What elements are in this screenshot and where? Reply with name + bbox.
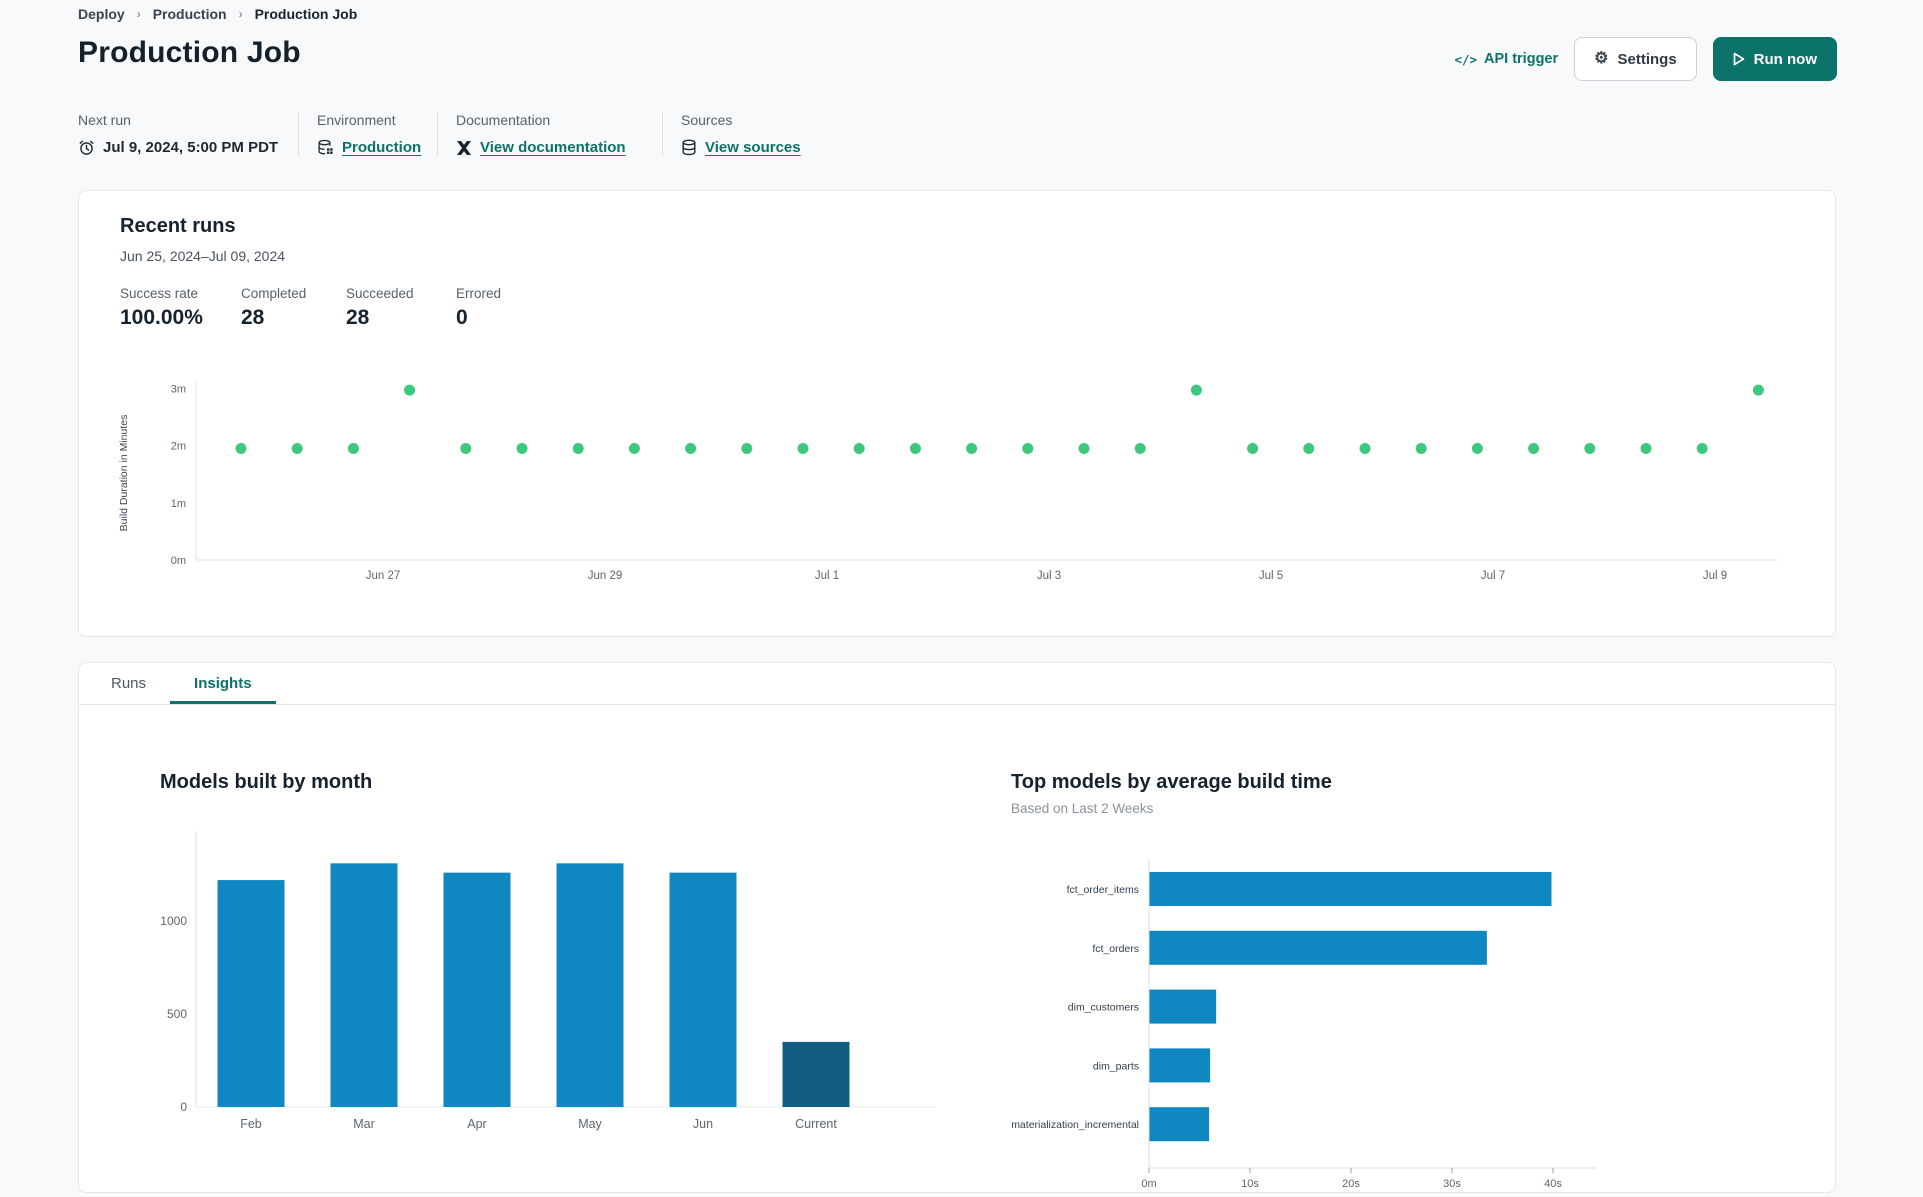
svg-text:0m: 0m xyxy=(171,555,186,567)
svg-text:dim_customers: dim_customers xyxy=(1068,1002,1139,1014)
breadcrumb-deploy[interactable]: Deploy xyxy=(78,6,125,22)
svg-text:Apr: Apr xyxy=(467,1117,486,1131)
recent-runs-date-range: Jun 25, 2024–Jul 09, 2024 xyxy=(120,248,286,264)
page-title: Production Job xyxy=(78,36,301,69)
svg-text:1000: 1000 xyxy=(160,914,187,928)
next-run-value: Jul 9, 2024, 5:00 PM PDT xyxy=(103,139,279,156)
svg-text:Jun 29: Jun 29 xyxy=(588,570,623,582)
gear-icon: ⚙ xyxy=(1594,50,1609,67)
svg-text:40s: 40s xyxy=(1544,1178,1562,1190)
svg-text:fct_order_items: fct_order_items xyxy=(1067,884,1139,896)
meta-next-run: Next run Jul 9, 2024, 5:00 PM PDT xyxy=(78,112,298,156)
job-meta-row: Next run Jul 9, 2024, 5:00 PM PDT Enviro… xyxy=(78,112,825,156)
settings-label: Settings xyxy=(1617,50,1677,68)
sources-label: Sources xyxy=(681,112,733,128)
svg-text:Jul 5: Jul 5 xyxy=(1259,570,1283,582)
environment-database-icon xyxy=(317,139,334,156)
build-duration-scatter-chart: 0m 1m 2m 3m Jun 27 Jun 29 Jul 1 Jul 3 Jul 5 Jul 7… xyxy=(97,373,1797,588)
dbt-docs-icon xyxy=(456,140,472,156)
meta-environment: Environment Production xyxy=(298,112,437,156)
api-trigger-label: API trigger xyxy=(1484,51,1559,67)
svg-text:Jul 9: Jul 9 xyxy=(1703,570,1727,582)
stat-succeeded: Succeeded 28 xyxy=(346,286,414,329)
tab-insights[interactable]: Insights xyxy=(170,663,276,704)
top-models-by-build-time-chart: 0m 10s 20s 30s 40s fct_order_items fct_ordersd… xyxy=(1011,851,1611,1196)
breadcrumb-current: Production Job xyxy=(254,6,358,22)
svg-text:Feb: Feb xyxy=(240,1117,262,1131)
svg-text:Current: Current xyxy=(795,1117,837,1131)
svg-text:Jun: Jun xyxy=(693,1117,713,1131)
svg-text:1m: 1m xyxy=(171,498,186,510)
environment-link[interactable]: Production xyxy=(342,139,421,156)
view-documentation-link[interactable]: View documentation xyxy=(480,139,626,156)
tabstrip: Runs Insights xyxy=(79,663,1835,705)
svg-text:0m: 0m xyxy=(1141,1178,1156,1190)
play-icon xyxy=(1733,52,1745,66)
chevron-right-icon: › xyxy=(136,7,141,21)
chevron-right-icon: › xyxy=(238,7,243,21)
stat-completed: Completed 28 xyxy=(241,286,307,329)
svg-text:30s: 30s xyxy=(1443,1178,1461,1190)
models-built-by-month-chart: 0 500 1000 Feb Mar Apr May Jun Current xyxy=(141,823,941,1133)
meta-documentation: Documentation View documentation xyxy=(437,112,662,156)
sources-database-icon xyxy=(681,139,697,156)
svg-text:500: 500 xyxy=(167,1007,187,1021)
breadcrumb-production[interactable]: Production xyxy=(153,6,227,22)
meta-sources: Sources View sources xyxy=(662,112,825,156)
next-run-label: Next run xyxy=(78,112,131,128)
svg-text:fct_orders: fct_orders xyxy=(1092,943,1139,955)
svg-text:May: May xyxy=(578,1117,602,1131)
models-built-chart-title: Models built by month xyxy=(160,771,373,793)
alarm-clock-icon xyxy=(78,139,95,156)
recent-runs-card: Recent runs Jun 25, 2024–Jul 09, 2024 Su… xyxy=(78,190,1836,637)
svg-text:Jul 7: Jul 7 xyxy=(1481,570,1505,582)
top-models-chart-title: Top models by average build time xyxy=(1011,771,1332,793)
run-now-label: Run now xyxy=(1753,50,1817,68)
documentation-label: Documentation xyxy=(456,112,551,128)
settings-button[interactable]: ⚙ Settings xyxy=(1574,37,1697,81)
run-now-button[interactable]: Run now xyxy=(1712,37,1837,81)
tab-runs[interactable]: Runs xyxy=(87,663,170,704)
top-models-chart-subtitle: Based on Last 2 Weeks xyxy=(1011,801,1154,816)
svg-text:20s: 20s xyxy=(1342,1178,1360,1190)
insights-card: Runs Insights Models built by month 0 500… xyxy=(78,662,1836,1193)
svg-text:10s: 10s xyxy=(1241,1178,1259,1190)
svg-text:Jun 27: Jun 27 xyxy=(366,570,401,582)
stat-errored: Errored 0 xyxy=(456,286,502,329)
stat-success-rate: Success rate 100.00% xyxy=(120,286,203,329)
svg-text:dim_parts: dim_parts xyxy=(1093,1060,1139,1072)
svg-text:materialization_incremental: materialization_incremental xyxy=(1011,1119,1139,1131)
svg-text:Jul 3: Jul 3 xyxy=(1037,570,1061,582)
svg-text:Mar: Mar xyxy=(353,1117,375,1131)
svg-text:2m: 2m xyxy=(171,441,186,453)
svg-text:Jul 1: Jul 1 xyxy=(815,570,839,582)
recent-runs-title: Recent runs xyxy=(120,215,236,237)
svg-text:Build Duration in Minutes: Build Duration in Minutes xyxy=(118,415,130,532)
svg-text:3m: 3m xyxy=(171,383,186,395)
api-trigger-link[interactable]: </> API trigger xyxy=(1454,51,1558,67)
environment-label: Environment xyxy=(317,112,396,128)
code-icon: </> xyxy=(1454,51,1478,67)
header-actions: </> API trigger ⚙ Settings Run now xyxy=(1454,36,1837,82)
breadcrumb: Deploy › Production › Production Job xyxy=(78,6,357,22)
view-sources-link[interactable]: View sources xyxy=(705,139,801,156)
svg-text:0: 0 xyxy=(180,1100,187,1114)
recent-runs-stats: Success rate 100.00% Completed 28 Succee… xyxy=(120,286,536,330)
